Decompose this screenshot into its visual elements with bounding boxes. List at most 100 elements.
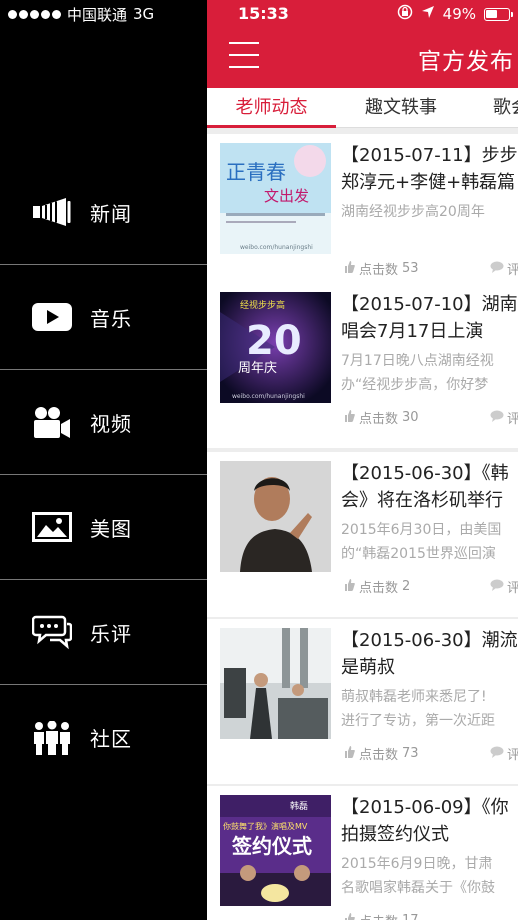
article-thumbnail [220, 461, 331, 572]
article-title: 【2015-06-30】潮流 是萌叔 [341, 630, 518, 678]
community-people-icon [32, 720, 72, 756]
drawer-item-label: 新闻 [90, 201, 132, 226]
click-count-value: 30 [402, 410, 419, 425]
side-drawer: 中国联通 3G 新闻 音乐 视频 美图 乐评 社区 [0, 0, 207, 920]
status-bar-right: 49% [397, 4, 513, 24]
tab-bar: 老师动态 趣文轶事 歌会 [207, 88, 518, 128]
comment-count: 评 [490, 408, 518, 427]
thumbs-up-icon [344, 409, 355, 426]
app-header: 15:33 49% 官方发布 [207, 0, 518, 88]
signal-strength-icon [8, 9, 61, 19]
network-type: 3G [133, 5, 155, 23]
article-card[interactable]: 韩磊 你鼓舞了我》演唱及MV 签约仪式 【2015-06-09】《你 拍摄签约仪… [207, 786, 518, 920]
article-thumbnail [220, 628, 331, 739]
comment-label: 评 [507, 581, 518, 596]
click-count-value: 53 [402, 261, 419, 276]
carrier-name: 中国联通 [67, 5, 128, 24]
menu-toggle-icon[interactable] [229, 42, 259, 68]
thumb-sub-text: 文出发 [264, 187, 309, 205]
drawer-item-music[interactable]: 音乐 [0, 265, 207, 370]
article-thumbnail: 经视步步高 20 周年庆 weibo.com/hunanjingshi [220, 292, 331, 403]
comment-icon [490, 410, 504, 426]
tab-anecdotes[interactable]: 趣文轶事 [336, 88, 466, 128]
click-count: 点击数 53 [344, 259, 419, 278]
thumb-big-text: 签约仪式 [231, 834, 312, 858]
article-title: 【2015-07-11】步步 郑淳元+李健+韩磊篇 [341, 145, 518, 193]
click-count-value: 17 [402, 913, 419, 920]
thumb-footer-text: weibo.com/hunanjingshi [240, 244, 313, 251]
comment-icon [490, 579, 504, 595]
image-icon [32, 509, 72, 545]
thumbs-up-icon [344, 260, 355, 277]
click-count-value: 73 [402, 746, 419, 761]
article-title: 【2015-07-10】湖南 唱会7月17日上演 [341, 294, 518, 342]
comment-label: 评 [507, 748, 518, 763]
comment-count: 评 [490, 744, 518, 763]
article-thumbnail: 韩磊 你鼓舞了我》演唱及MV 签约仪式 [220, 795, 331, 906]
article-card[interactable]: 正青春 文出发 weibo.com/hunanjingshi 【2015-07-… [207, 134, 518, 299]
drawer-item-community[interactable]: 社区 [0, 685, 207, 790]
article-summary: 2015年6月9日晚，甘肃 名歌唱家韩磊关于《你鼓 [341, 856, 495, 896]
article-card[interactable]: 【2015-06-30】《韩 会》将在洛杉矶举行 2015年6月30日，由美国 … [207, 452, 518, 617]
drawer-item-label: 美图 [90, 516, 132, 541]
orientation-lock-icon [397, 4, 413, 24]
video-camera-icon [32, 404, 72, 440]
comment-label: 评 [507, 263, 518, 278]
article-card[interactable]: 【2015-06-30】潮流 是萌叔 萌叔韩磊老师来悉尼了! 进行了专访，第一次… [207, 619, 518, 784]
click-count-label: 点击数 [359, 911, 398, 920]
article-summary: 萌叔韩磊老师来悉尼了! 进行了专访，第一次近距 [341, 689, 495, 729]
comment-label: 评 [507, 412, 518, 427]
status-bar-left: 中国联通 3G [8, 4, 154, 24]
page-title: 官方发布 [418, 49, 514, 75]
drawer-menu: 新闻 音乐 视频 美图 乐评 社区 [0, 160, 207, 790]
article-title: 【2015-06-09】《你 拍摄签约仪式 [341, 797, 509, 845]
drawer-item-label: 乐评 [90, 621, 132, 646]
drawer-item-label: 社区 [90, 727, 132, 751]
article-summary: 2015年6月30日，由美国 的“韩磊2015世界巡回演 [341, 522, 502, 562]
drawer-item-label: 视频 [90, 411, 132, 436]
thumb-line-text: 周年庆 [238, 361, 277, 376]
drawer-item-label: 音乐 [90, 306, 132, 331]
click-count-value: 2 [402, 579, 411, 594]
tab-concerts[interactable]: 歌会 [493, 88, 518, 128]
thumbs-up-icon [344, 912, 355, 920]
main-panel: 15:33 49% 官方发布 老师动态 趣文轶事 歌会 [207, 0, 518, 920]
thumb-big-text: 20 [246, 318, 302, 364]
drawer-item-images[interactable]: 美图 [0, 475, 207, 580]
click-count-label: 点击数 [359, 748, 399, 763]
comment-icon [490, 261, 504, 277]
drawer-item-reviews[interactable]: 乐评 [0, 580, 207, 685]
thumb-top-text: 你鼓舞了我》演唱及MV [223, 821, 308, 831]
comment-count: 评 [490, 577, 518, 596]
location-arrow-icon [421, 5, 435, 23]
battery-icon [484, 7, 513, 21]
article-summary: 湖南经视步步高20周年 [341, 204, 485, 220]
click-count: 点击数 30 [344, 408, 419, 427]
click-count: 点击数 2 [344, 577, 410, 596]
thumb-title-text: 正青春 [226, 160, 286, 184]
comment-count: 评 [490, 259, 518, 278]
tab-teacher-news[interactable]: 老师动态 [207, 88, 336, 128]
article-summary: 7月17日晚八点湖南经视 办“经视步步高，你好梦 [341, 353, 494, 393]
click-count-label: 点击数 [359, 581, 399, 596]
drawer-item-video[interactable]: 视频 [0, 370, 207, 475]
active-tab-indicator [207, 125, 336, 128]
article-thumbnail: 正青春 文出发 weibo.com/hunanjingshi [220, 143, 331, 254]
thumbs-up-icon [344, 745, 355, 762]
click-count-label: 点击数 [359, 263, 399, 278]
megaphone-icon [32, 194, 72, 230]
comment-bubbles-icon [32, 614, 72, 650]
thumb-brand-text: 经视步步高 [240, 299, 285, 311]
click-count: 点击数 73 [344, 744, 419, 763]
drawer-item-news[interactable]: 新闻 [0, 160, 207, 265]
status-time: 15:33 [238, 4, 289, 23]
thumb-brand-text: 韩磊 [290, 800, 308, 812]
click-count: 点击数 17 [344, 911, 419, 920]
article-title: 【2015-06-30】《韩 会》将在洛杉矶举行 [341, 463, 509, 511]
battery-percent: 49% [442, 5, 476, 23]
thumb-footer-text: weibo.com/hunanjingshi [232, 393, 305, 400]
article-card[interactable]: 经视步步高 20 周年庆 weibo.com/hunanjingshi 【201… [207, 283, 518, 448]
thumbs-up-icon [344, 578, 355, 595]
click-count-label: 点击数 [359, 412, 399, 427]
play-icon [32, 299, 72, 335]
